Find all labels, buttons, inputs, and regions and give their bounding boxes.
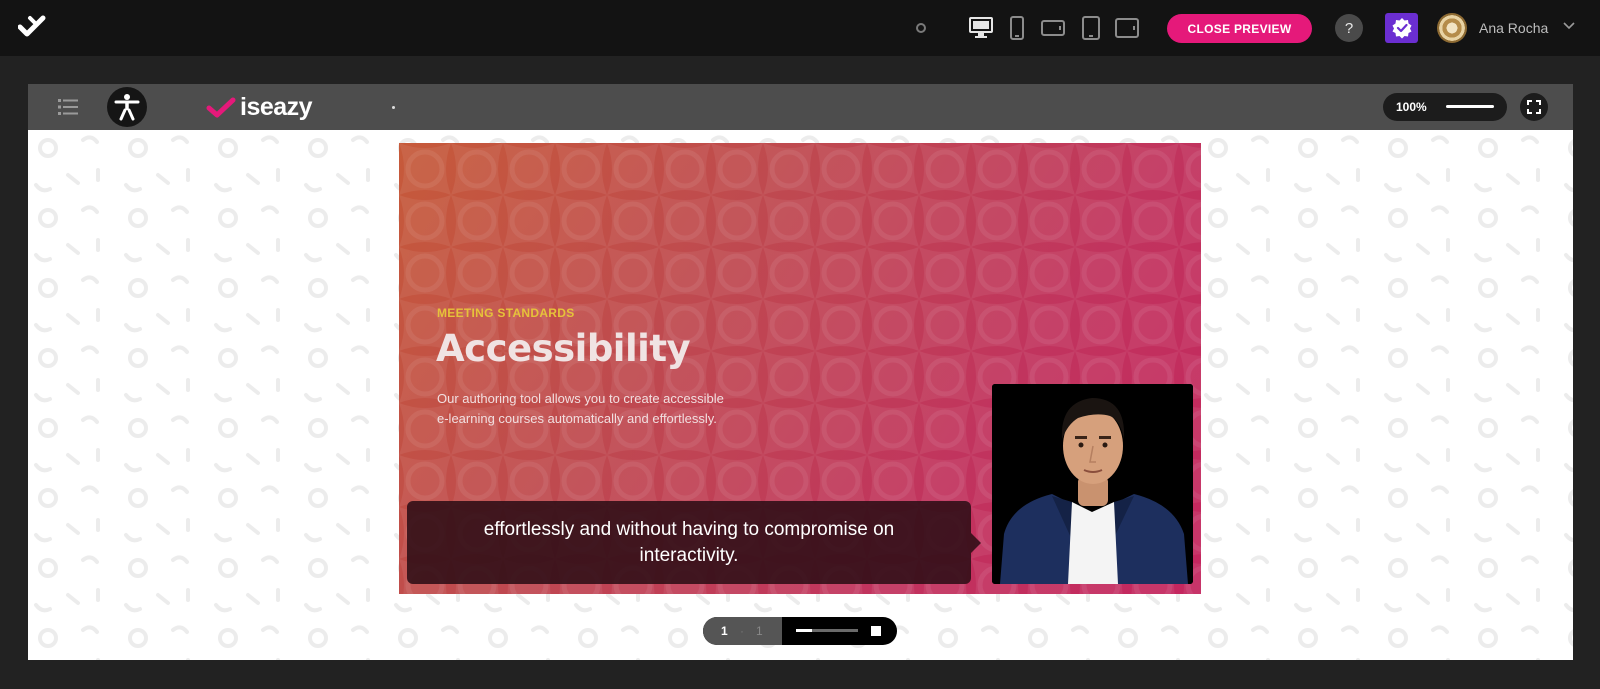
slide-title: Accessibility — [436, 327, 691, 370]
zoom-control[interactable]: 100% — [1383, 93, 1507, 121]
player-toolbar: iseazy 100% — [28, 84, 1573, 130]
presenter-video[interactable] — [992, 384, 1193, 584]
user-avatar[interactable] — [1437, 13, 1467, 43]
desktop-icon[interactable] — [968, 14, 994, 42]
tablet-landscape-icon[interactable] — [1114, 14, 1140, 42]
status-indicator — [916, 23, 926, 33]
phone-icon[interactable] — [1008, 14, 1026, 42]
zoom-slider[interactable] — [1446, 105, 1494, 108]
stop-icon[interactable] — [871, 626, 881, 636]
page-current: 1 — [721, 624, 728, 638]
verified-badge-icon — [1392, 18, 1411, 39]
brand-check-icon — [206, 97, 236, 117]
subtitle-caption: effortlessly and without having to compr… — [407, 501, 971, 584]
user-name[interactable]: Ana Rocha — [1479, 20, 1548, 36]
tablet-icon[interactable] — [1080, 14, 1102, 42]
help-button[interactable]: ? — [1335, 14, 1363, 42]
slide-body: Our authoring tool allows you to create … — [437, 389, 777, 429]
course-player: iseazy 100% MEETING STANDARDS Accessibil… — [28, 84, 1573, 660]
slide-body-line: Our authoring tool allows you to create … — [437, 391, 724, 406]
slide-eyebrow: MEETING STANDARDS — [437, 306, 575, 320]
accessibility-icon — [114, 94, 140, 121]
playback-progress-fill — [796, 629, 812, 632]
brand-name: iseazy — [240, 93, 313, 121]
slide: MEETING STANDARDS Accessibility Our auth… — [399, 143, 1201, 594]
playback-progress-bar[interactable] — [796, 629, 858, 632]
page-indicator: 1 · 1 — [703, 617, 782, 645]
iseazy-logo: iseazy — [206, 93, 313, 122]
slide-body-line: e-learning courses automatically and eff… — [437, 411, 717, 426]
zoom-label: 100% — [1396, 100, 1427, 114]
close-preview-button[interactable]: CLOSE PREVIEW — [1167, 14, 1312, 43]
verified-badge-button[interactable] — [1385, 13, 1418, 43]
fullscreen-button[interactable] — [1520, 93, 1548, 121]
fullscreen-icon — [1527, 100, 1541, 114]
page-total: 1 — [756, 624, 763, 638]
menu-list-icon[interactable] — [58, 98, 78, 116]
app-logo-check-icon[interactable] — [18, 14, 46, 38]
caption-pointer — [971, 533, 981, 553]
top-app-bar: CLOSE PREVIEW ? Ana Rocha — [0, 0, 1600, 56]
toolbar-dot — [392, 106, 395, 109]
page-separator: · — [740, 624, 744, 638]
presenter-portrait — [992, 384, 1193, 584]
accessibility-button[interactable] — [107, 87, 147, 127]
page-control: 1 · 1 — [703, 617, 897, 645]
phone-landscape-icon[interactable] — [1040, 14, 1066, 42]
chevron-down-icon[interactable] — [1562, 18, 1576, 32]
